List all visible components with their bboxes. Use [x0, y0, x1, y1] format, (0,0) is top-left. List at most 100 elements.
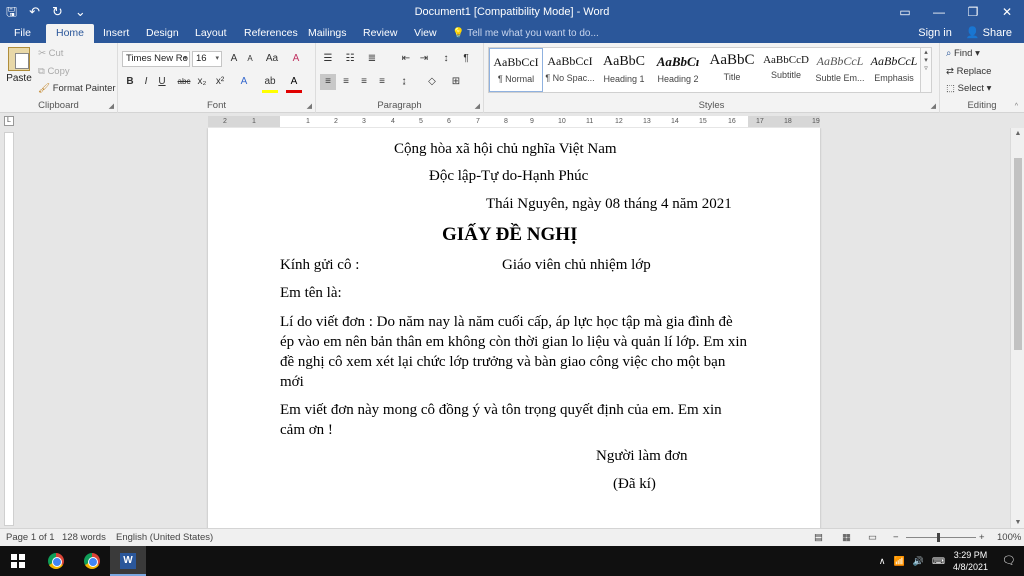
text-effects-icon[interactable]: A	[236, 74, 252, 90]
highlight-icon[interactable]: ab	[262, 74, 278, 93]
find-button[interactable]: ⌕ Find ▾	[946, 48, 980, 59]
clipboard-group-label: Clipboard	[38, 100, 79, 111]
borders-icon[interactable]: ⊞	[448, 74, 464, 90]
multilevel-list-icon[interactable]: ≣	[364, 51, 380, 67]
editing-group-label: Editing	[967, 100, 997, 111]
style-subtle-emphasis[interactable]: AaBbCcL Subtle Em...	[813, 48, 867, 92]
windows-start-icon[interactable]	[11, 554, 25, 568]
horizontal-ruler[interactable]: 2 1 1 2 3 4 5 6 7 8 9 10 11 12 13 14 15 …	[208, 116, 820, 127]
tab-selector[interactable]: L	[4, 116, 14, 126]
sign-in-link[interactable]: Sign in	[918, 24, 952, 43]
print-layout-icon[interactable]: ▦	[842, 529, 851, 547]
format-painter-button[interactable]: 🖌 Format Painter	[38, 83, 116, 94]
page-count[interactable]: Page 1 of 1	[6, 529, 55, 547]
collapse-ribbon-icon[interactable]: ^	[1015, 103, 1018, 110]
font-color-icon[interactable]: A	[286, 74, 302, 93]
zoom-level[interactable]: 100%	[997, 529, 1021, 547]
numbering-icon[interactable]: ☷	[342, 51, 358, 67]
word-taskbar-icon[interactable]: W	[110, 546, 146, 576]
restore-button[interactable]: ❐	[956, 0, 990, 24]
show-marks-icon[interactable]: ¶	[458, 51, 474, 67]
chrome-taskbar-icon[interactable]	[38, 546, 74, 576]
scroll-thumb[interactable]	[1014, 158, 1022, 350]
zoom-slider[interactable]	[906, 537, 976, 538]
ruler-area: L 2 1 1 2 3 4 5 6 7 8 9 10 11 12 13 14 1…	[0, 114, 1024, 128]
tab-design[interactable]: Design	[146, 24, 179, 43]
web-layout-icon[interactable]: ▭	[868, 529, 877, 547]
tell-me-search[interactable]: 💡 Tell me what you want to do...	[452, 24, 599, 43]
tab-insert[interactable]: Insert	[103, 24, 129, 43]
ribbon-display-options-icon[interactable]: ▭	[888, 0, 922, 24]
style-title[interactable]: AaBbC Title	[705, 48, 759, 92]
dialog-launcher-icon[interactable]: ◢	[109, 102, 114, 110]
shrink-font-button[interactable]: A	[242, 51, 258, 67]
system-clock[interactable]: 3:29 PM 4/8/2021	[953, 549, 988, 573]
tab-file[interactable]: File	[14, 24, 31, 43]
zoom-in-icon[interactable]: +	[979, 529, 985, 547]
chrome-taskbar-icon-2[interactable]	[74, 546, 110, 576]
copy-button[interactable]: ⧉ Copy	[38, 66, 70, 77]
style-heading-1[interactable]: AaBbC Heading 1	[597, 48, 651, 92]
line-spacing-icon[interactable]: ↨	[396, 74, 412, 90]
increase-indent-icon[interactable]: ⇥	[416, 51, 432, 67]
minimize-button[interactable]: —	[922, 0, 956, 24]
align-center-icon[interactable]: ≡	[338, 74, 354, 90]
dialog-launcher-icon[interactable]: ◢	[475, 102, 480, 110]
tab-view[interactable]: View	[414, 24, 437, 43]
decrease-indent-icon[interactable]: ⇤	[398, 51, 414, 67]
close-button[interactable]: ✕	[990, 0, 1024, 24]
tab-references[interactable]: References	[244, 24, 298, 43]
align-left-icon[interactable]: ≡	[320, 74, 336, 90]
notifications-icon[interactable]: 🗨	[1002, 554, 1016, 567]
zoom-out-icon[interactable]: −	[893, 529, 899, 547]
language-indicator[interactable]: English (United States)	[116, 529, 213, 547]
document-area[interactable]: Cộng hòa xã hội chủ nghĩa Việt Nam Độc l…	[16, 128, 1010, 528]
font-size-combo[interactable]: 16 ▾	[192, 51, 222, 67]
change-case-button[interactable]: Aa	[264, 51, 280, 67]
paste-button[interactable]: Paste	[6, 47, 32, 84]
tab-mailings[interactable]: Mailings	[308, 24, 347, 43]
share-button[interactable]: 👤 Share	[966, 24, 1012, 43]
style-subtitle[interactable]: AaBbCcD Subtitle	[759, 48, 813, 92]
tab-layout[interactable]: Layout	[195, 24, 227, 43]
show-hidden-icons-icon[interactable]: ∧	[879, 556, 886, 567]
account-area: Sign in 👤 Share	[918, 24, 1012, 43]
grow-font-button[interactable]: A	[226, 51, 242, 67]
style-normal[interactable]: AaBbCcI ¶ Normal	[489, 48, 543, 92]
volume-icon[interactable]: 🔊	[913, 556, 924, 567]
bullets-icon[interactable]: ☰	[320, 51, 336, 67]
vertical-scrollbar[interactable]: ▲ ▼	[1010, 128, 1024, 528]
sort-icon[interactable]: ↕	[438, 51, 454, 67]
select-button[interactable]: ⬚ Select ▾	[946, 83, 991, 94]
align-right-icon[interactable]: ≡	[356, 74, 372, 90]
network-icon[interactable]: 📶	[894, 556, 905, 567]
word-count[interactable]: 128 words	[62, 529, 106, 547]
dialog-launcher-icon[interactable]: ◢	[931, 102, 936, 110]
justify-icon[interactable]: ≡	[374, 74, 390, 90]
underline-button[interactable]: U	[154, 74, 170, 90]
style-emphasis[interactable]: AaBbCcL Emphasis	[867, 48, 921, 92]
styles-scroll[interactable]: ▴ ▾ ▿	[920, 47, 932, 93]
tab-review[interactable]: Review	[363, 24, 397, 43]
cut-button[interactable]: ✂ Cut	[38, 48, 63, 59]
strikethrough-button[interactable]: abc	[176, 74, 192, 90]
scroll-down-icon[interactable]: ▼	[1011, 519, 1024, 526]
document-page[interactable]: Cộng hòa xã hội chủ nghĩa Việt Nam Độc l…	[208, 128, 820, 528]
scroll-up-icon[interactable]: ▲	[1011, 130, 1024, 137]
subscript-button[interactable]: x₂	[194, 74, 210, 90]
clear-formatting-button[interactable]: A	[288, 51, 304, 67]
zoom-slider-thumb[interactable]	[937, 533, 940, 542]
tab-home[interactable]: Home	[46, 24, 95, 43]
shading-icon[interactable]: ◇	[424, 74, 440, 90]
read-mode-icon[interactable]: ▤	[814, 529, 823, 547]
superscript-button[interactable]: x²	[212, 74, 228, 90]
style-heading-2[interactable]: AaBbCı Heading 2	[651, 48, 705, 92]
bold-button[interactable]: B	[122, 74, 138, 90]
vertical-ruler[interactable]	[4, 132, 14, 526]
dialog-launcher-icon[interactable]: ◢	[307, 102, 312, 110]
font-name-combo[interactable]: Times New Ro ▾	[122, 51, 190, 67]
keyboard-icon[interactable]: ⌨	[932, 556, 945, 567]
style-no-spacing[interactable]: AaBbCcI ¶ No Spac...	[543, 48, 597, 92]
italic-button[interactable]: I	[138, 74, 154, 90]
replace-button[interactable]: ⇄ Replace	[946, 66, 991, 77]
